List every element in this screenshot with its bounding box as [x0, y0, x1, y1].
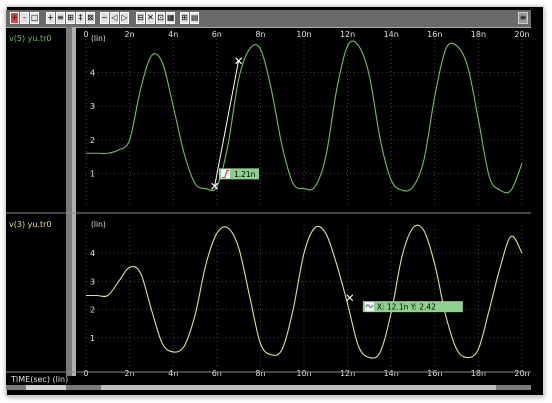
y-tick-label: 3	[90, 102, 95, 111]
waveform-viewer-window: + - □ + ≡ ⊞ ‡ ⊠ ~ ◁ ▷ ⊟ ✕ ⊡ ▦ ⊞ ▤ ≡ 0 2n 4…	[6, 10, 531, 390]
y-tick-label: 1	[90, 169, 95, 178]
options-icon[interactable]: ⊞	[180, 12, 189, 24]
y-tick-label: 4	[90, 69, 95, 78]
wave-icon[interactable]: ~	[100, 12, 109, 24]
window-menu-icon[interactable]: ≡	[518, 12, 528, 24]
point-readout-value: X: 12.1n Y: 2.42	[377, 303, 436, 312]
pan-right-icon[interactable]: ▷	[120, 12, 129, 24]
x-tick-label-top: 0	[83, 30, 88, 39]
x-axis-label: TIME(sec) (lin)	[11, 375, 69, 384]
y-tick-label: 3	[90, 277, 95, 286]
panel-scroll-right[interactable]	[72, 27, 76, 376]
delete-icon[interactable]: ✕	[146, 12, 155, 24]
rise-time-line	[214, 60, 240, 187]
data-icon[interactable]: ⊡	[156, 12, 165, 24]
x-tick-label-top: 12n	[340, 30, 355, 39]
zoom-out-icon[interactable]: -	[20, 12, 29, 24]
waveform-plot: 02n4n6n8n10n12n14n16n18n20n02n4n6n8n10n1…	[6, 27, 531, 376]
horizontal-scrollbar[interactable]	[6, 385, 531, 390]
axis-icon[interactable]: ⊞	[66, 12, 75, 24]
x-tick-label-top: 4n	[168, 30, 178, 39]
scrollbar-thumb-left[interactable]	[26, 385, 66, 390]
x-tick-label-top: 20n	[514, 30, 529, 39]
y-tick-label: 4	[90, 249, 95, 258]
y-tick-label: 2	[90, 306, 95, 315]
x-tick-label-top: 8n	[255, 30, 265, 39]
x-tick-label-top: 14n	[384, 30, 399, 39]
y-tick-label: 1	[90, 334, 95, 343]
toolbar: + - □ + ≡ ⊞ ‡ ⊠ ~ ◁ ▷ ⊟ ✕ ⊡ ▦ ⊞ ▤ ≡	[6, 10, 531, 28]
x-tick-label-top: 18n	[471, 30, 486, 39]
panel-scroll-left[interactable]	[66, 27, 72, 376]
y-tick-label: 2	[90, 136, 95, 145]
signal-label[interactable]: v(5) yu.tr0	[9, 34, 51, 43]
x-axis-status-bar: TIME(sec) (lin)	[6, 375, 531, 385]
grid-toggle-icon[interactable]: +	[46, 12, 55, 24]
table-icon[interactable]: ▦	[166, 12, 175, 24]
measure-icon[interactable]: ⊟	[136, 12, 145, 24]
x-tick-label-top: 6n	[212, 30, 222, 39]
x-tick-label-top: 16n	[427, 30, 442, 39]
signal-label[interactable]: v(3) yu.tr0	[9, 220, 51, 229]
x-tick-label-top: 10n	[296, 30, 311, 39]
marker-icon[interactable]: ⊠	[86, 12, 95, 24]
print-icon[interactable]: ▤	[190, 12, 199, 24]
cursor-icon[interactable]: ‡	[76, 12, 85, 24]
y-unit-label: (lin)	[91, 34, 106, 43]
y-unit-label: (lin)	[91, 220, 106, 229]
zoom-fit-icon[interactable]: □	[30, 12, 39, 24]
zoom-in-icon[interactable]: +	[10, 12, 19, 24]
scrollbar-thumb[interactable]	[101, 385, 496, 390]
pan-left-icon[interactable]: ◁	[110, 12, 119, 24]
panel-split-icon[interactable]: ≡	[56, 12, 65, 24]
x-tick-label-top: 2n	[125, 30, 135, 39]
measure-value: 1.21n	[234, 170, 256, 179]
